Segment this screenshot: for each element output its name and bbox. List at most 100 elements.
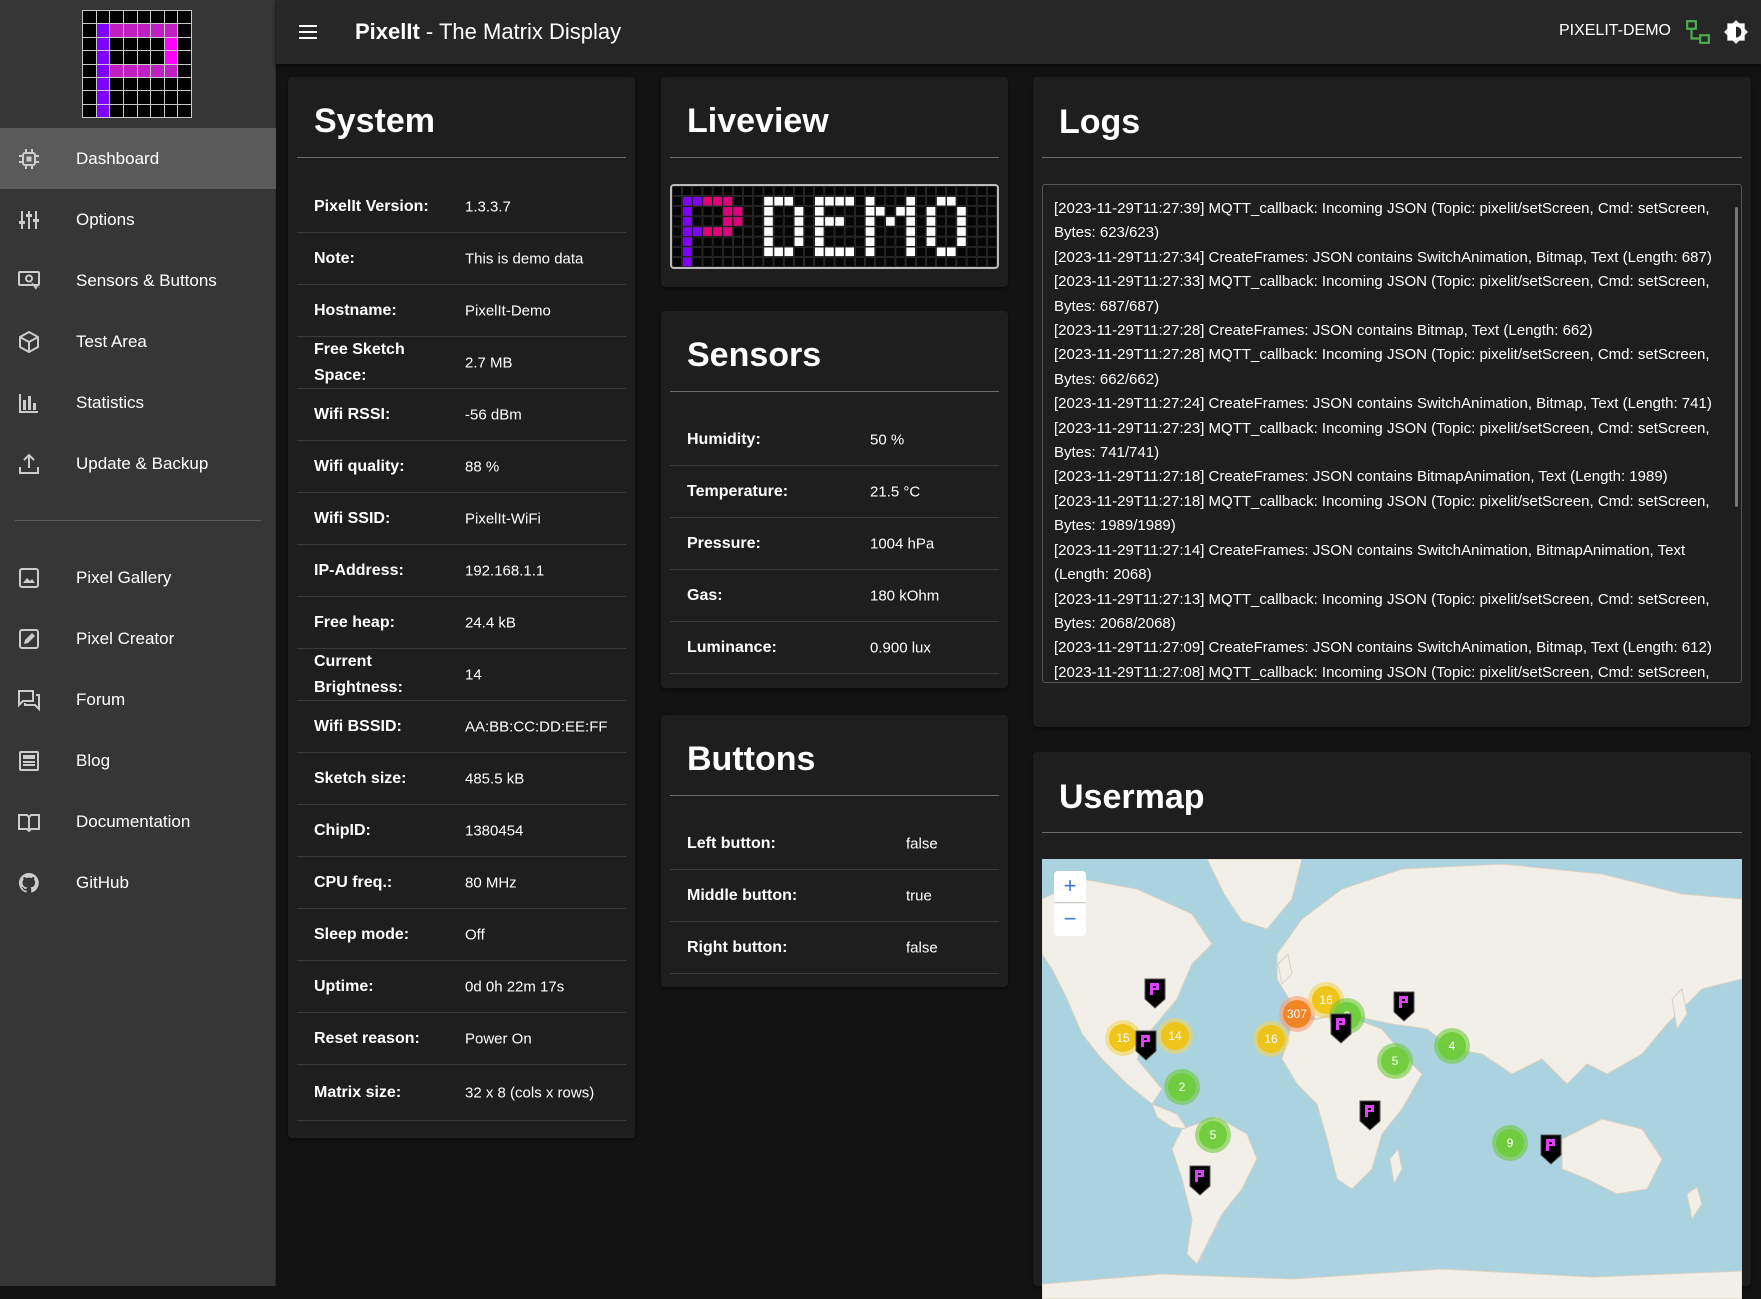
led-pixel — [753, 236, 764, 247]
logo-pixel — [96, 91, 110, 104]
led-pixel — [672, 196, 682, 207]
row-label: Left button: — [687, 834, 776, 852]
led-pixel — [926, 246, 936, 257]
app-title-brand: PixelIt — [355, 19, 420, 44]
brightness-icon[interactable] — [1723, 19, 1749, 45]
sidebar-item-label: Pixel Creator — [76, 628, 175, 648]
logo-pixel — [178, 91, 191, 104]
led-pixel — [855, 206, 865, 217]
log-scrollbar[interactable] — [1735, 207, 1738, 507]
led-pixel — [865, 206, 875, 217]
led-pixel — [824, 186, 835, 196]
book-icon — [18, 813, 40, 832]
map-cluster[interactable]: 14 — [1157, 1018, 1193, 1054]
logo-pixel — [110, 64, 123, 77]
led-pixel — [682, 206, 693, 217]
upload-icon — [19, 453, 39, 474]
menu-icon[interactable] — [296, 20, 320, 44]
logo-pixel — [110, 11, 123, 24]
pixelit-logo[interactable] — [82, 10, 192, 118]
sidebar-link-pixel-creator[interactable]: Pixel Creator — [0, 608, 276, 669]
led-pixel — [702, 226, 713, 237]
sidebar-item-statistics[interactable]: Statistics — [0, 372, 276, 433]
sidebar-link-pixel-gallery[interactable]: Pixel Gallery — [0, 547, 276, 608]
led-pixel — [824, 246, 835, 257]
led-pixel — [692, 196, 703, 207]
sidebar-item-label: GitHub — [76, 872, 129, 892]
led-pixel — [834, 257, 845, 267]
led-pixel — [844, 236, 855, 247]
map-cluster[interactable]: 5 — [1195, 1117, 1231, 1153]
sidebar-item-options[interactable]: Options — [0, 189, 276, 250]
card-title: Usermap — [1059, 778, 1205, 816]
map-cluster[interactable]: 9 — [1492, 1125, 1528, 1161]
map-pin-icon[interactable] — [1134, 1029, 1158, 1061]
zoom-in-button[interactable]: + — [1054, 871, 1086, 903]
map-cluster-count: 16 — [1257, 1025, 1285, 1053]
led-pixel — [763, 216, 774, 227]
logo-pixel — [123, 104, 137, 117]
led-pixel — [926, 226, 936, 237]
map-cluster-count: 2 — [1168, 1073, 1196, 1101]
map-pin-icon[interactable] — [1392, 990, 1416, 1022]
led-pixel — [743, 236, 754, 247]
row-value: true — [906, 887, 932, 904]
logs-card: Logs [2023-11-29T11:27:39] MQTT_callback… — [1033, 77, 1751, 727]
log-line: [2023-11-29T11:27:18] CreateFrames: JSON… — [1054, 468, 1668, 486]
logo-pixel — [151, 91, 164, 104]
led-pixel — [794, 206, 804, 217]
led-pixel — [733, 186, 743, 196]
sidebar-link-forum[interactable]: Forum — [0, 669, 276, 730]
led-pixel — [885, 236, 896, 247]
led-pixel — [672, 236, 682, 247]
led-pixel — [946, 236, 957, 247]
usermap-map[interactable]: + − 15 14 2 5 307 16 16 3 5 4 9 — [1042, 859, 1742, 1299]
led-pixel — [824, 257, 835, 267]
row-label: Sleep mode: — [314, 925, 410, 943]
logo-pixel — [96, 11, 110, 24]
map-pin-icon[interactable] — [1329, 1012, 1353, 1044]
map-cluster[interactable]: 16 — [1253, 1021, 1289, 1057]
led-pixel — [733, 216, 743, 227]
led-pixel — [804, 246, 814, 257]
led-pixel — [987, 186, 997, 196]
sidebar-item-test-area[interactable]: Test Area — [0, 311, 276, 372]
led-pixel — [733, 206, 743, 217]
led-pixel — [682, 226, 693, 237]
map-cluster[interactable]: 2 — [1164, 1069, 1200, 1105]
log-line: [2023-11-29T11:27:28] MQTT_callback: Inc… — [1054, 346, 1710, 388]
network-connected-icon[interactable] — [1685, 19, 1711, 45]
row-value: AA:BB:CC:DD:EE:FF — [465, 718, 608, 735]
led-pixel — [722, 206, 733, 217]
led-pixel — [763, 196, 774, 207]
map-pin-icon[interactable] — [1358, 1099, 1382, 1131]
map-pin-icon[interactable] — [1539, 1133, 1563, 1165]
sidebar-item-update-backup[interactable]: Update & Backup — [0, 433, 276, 494]
log-line: [2023-11-29T11:27:39] MQTT_callback: Inc… — [1054, 200, 1710, 242]
led-pixel — [865, 226, 875, 237]
log-output[interactable]: [2023-11-29T11:27:39] MQTT_callback: Inc… — [1042, 184, 1742, 683]
sidebar-item-sensors-buttons[interactable]: Sensors & Buttons — [0, 250, 276, 311]
bar-chart-icon — [19, 393, 38, 413]
logo-pixel — [123, 77, 137, 91]
world-map — [1042, 859, 1742, 1299]
map-cluster[interactable]: 4 — [1434, 1028, 1470, 1064]
led-pixel — [875, 236, 886, 247]
map-pin-icon[interactable] — [1143, 977, 1167, 1009]
led-pixel — [875, 226, 886, 237]
led-pixel — [672, 257, 682, 267]
led-pixel — [743, 216, 754, 227]
zoom-out-button[interactable]: − — [1054, 904, 1086, 936]
led-pixel — [702, 216, 713, 227]
sidebar-item-dashboard[interactable]: Dashboard — [0, 128, 276, 189]
led-pixel — [773, 257, 784, 267]
led-pixel — [865, 216, 875, 227]
map-cluster-count: 4 — [1438, 1032, 1466, 1060]
sidebar-link-github[interactable]: GitHub — [0, 852, 276, 913]
led-pixel — [804, 257, 814, 267]
led-pixel — [773, 196, 784, 207]
map-pin-icon[interactable] — [1188, 1164, 1212, 1196]
sidebar-link-documentation[interactable]: Documentation — [0, 791, 276, 852]
sidebar-link-blog[interactable]: Blog — [0, 730, 276, 791]
map-cluster[interactable]: 5 — [1377, 1043, 1413, 1079]
